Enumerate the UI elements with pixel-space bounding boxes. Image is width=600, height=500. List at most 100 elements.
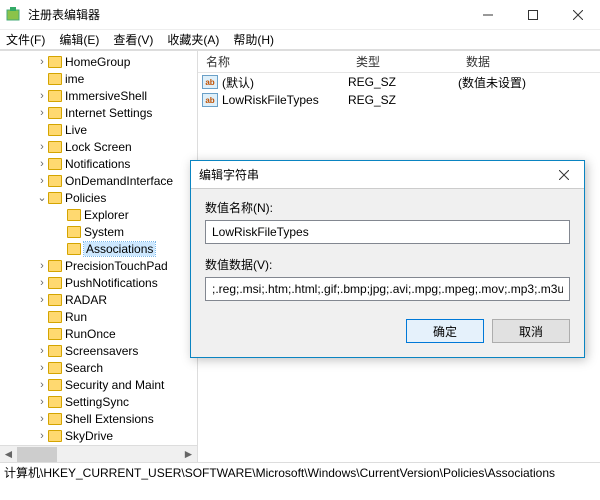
folder-icon <box>48 141 62 153</box>
value-data-input[interactable] <box>205 277 570 301</box>
tree-item[interactable]: Run <box>0 308 197 325</box>
tree-item[interactable]: ⌄ Policies <box>0 189 197 206</box>
tree-item[interactable]: ›Shell Extensions <box>0 410 197 427</box>
folder-icon <box>48 192 62 204</box>
close-button[interactable] <box>555 0 600 29</box>
tree-item[interactable]: ›HomeGroup <box>0 53 197 70</box>
maximize-button[interactable] <box>510 0 555 29</box>
scroll-left-arrow-icon[interactable]: ◄ <box>0 446 17 463</box>
tree-item[interactable]: ›SettingSync <box>0 393 197 410</box>
folder-icon <box>48 345 62 357</box>
scroll-thumb[interactable] <box>17 447 57 462</box>
expand-toggle-icon[interactable]: ⌄ <box>36 191 48 204</box>
tree-item[interactable]: Associations <box>0 240 197 257</box>
tree-item-label: PrecisionTouchPad <box>65 259 168 273</box>
tree-item[interactable]: › Notifications <box>0 155 197 172</box>
folder-icon <box>48 294 62 306</box>
value-type: REG_SZ <box>348 75 458 89</box>
tree-pane: ›HomeGroupime›ImmersiveShell›Internet Se… <box>0 51 198 462</box>
folder-icon <box>48 311 62 323</box>
expand-toggle-icon[interactable]: › <box>36 90 48 102</box>
folder-icon <box>48 362 62 374</box>
tree-item[interactable]: ›Internet Settings <box>0 104 197 121</box>
expand-toggle-icon[interactable]: › <box>36 430 48 442</box>
cancel-button[interactable]: 取消 <box>492 319 570 343</box>
folder-icon <box>48 124 62 136</box>
menu-view[interactable]: 查看(V) <box>113 31 153 48</box>
tree-item-label: RADAR <box>65 293 107 307</box>
tree-item[interactable]: › RADAR <box>0 291 197 308</box>
scroll-right-arrow-icon[interactable]: ► <box>180 446 197 463</box>
column-data[interactable]: 数据 <box>458 53 600 70</box>
tree-item[interactable]: ›Search <box>0 359 197 376</box>
tree-item-label: Notifications <box>65 157 130 171</box>
regedit-icon <box>6 7 22 23</box>
expand-toggle-icon[interactable]: › <box>36 141 48 153</box>
menu-file[interactable]: 文件(F) <box>6 31 45 48</box>
edit-string-dialog: 编辑字符串 数值名称(N): 数值数据(V): 确定 取消 <box>190 160 585 358</box>
tree-horizontal-scrollbar[interactable]: ◄ ► <box>0 445 197 462</box>
expand-toggle-icon[interactable]: › <box>36 294 48 306</box>
expand-toggle-icon[interactable]: › <box>36 56 48 68</box>
value-name: LowRiskFileTypes <box>222 93 348 107</box>
menu-edit[interactable]: 编辑(E) <box>59 31 99 48</box>
scroll-track[interactable] <box>17 446 180 463</box>
tree-item[interactable]: Live <box>0 121 197 138</box>
status-path: 计算机\HKEY_CURRENT_USER\SOFTWARE\Microsoft… <box>4 464 555 481</box>
tree-item[interactable]: Explorer <box>0 206 197 223</box>
tree-item[interactable]: ime <box>0 70 197 87</box>
tree-item[interactable]: ›Security and Maint <box>0 376 197 393</box>
tree-item[interactable]: ›Screensavers <box>0 342 197 359</box>
expand-toggle-icon[interactable]: › <box>36 413 48 425</box>
tree-item-label: Policies <box>65 191 106 205</box>
tree-item-label: PushNotifications <box>65 276 158 290</box>
menubar: 文件(F) 编辑(E) 查看(V) 收藏夹(A) 帮助(H) <box>0 30 600 50</box>
value-name-label: 数值名称(N): <box>205 199 570 216</box>
column-type[interactable]: 类型 <box>348 53 458 70</box>
tree-item[interactable]: › PrecisionTouchPad <box>0 257 197 274</box>
tree-item[interactable]: ›OnDemandInterface <box>0 172 197 189</box>
window-title: 注册表编辑器 <box>28 6 465 23</box>
menu-favorites[interactable]: 收藏夹(A) <box>167 31 219 48</box>
folder-icon <box>48 56 62 68</box>
list-header: 名称 类型 数据 <box>198 51 600 73</box>
value-name-input[interactable] <box>205 220 570 244</box>
expand-toggle-icon[interactable]: › <box>36 396 48 408</box>
tree-item-label: RunOnce <box>65 327 116 341</box>
tree-item[interactable]: ›ImmersiveShell <box>0 87 197 104</box>
tree-item[interactable]: System <box>0 223 197 240</box>
minimize-button[interactable] <box>465 0 510 29</box>
tree-item[interactable]: ›Lock Screen <box>0 138 197 155</box>
tree-item-label: System <box>84 225 124 239</box>
expand-toggle-icon[interactable]: › <box>36 379 48 391</box>
tree-item[interactable]: › PushNotifications <box>0 274 197 291</box>
expand-toggle-icon[interactable]: › <box>36 277 48 289</box>
tree-item-label: Live <box>65 123 87 137</box>
expand-toggle-icon[interactable]: › <box>36 175 48 187</box>
column-name[interactable]: 名称 <box>198 53 348 70</box>
list-row[interactable]: abLowRiskFileTypesREG_SZ <box>198 91 600 109</box>
menu-help[interactable]: 帮助(H) <box>233 31 274 48</box>
folder-icon <box>48 158 62 170</box>
expand-toggle-icon[interactable]: › <box>36 107 48 119</box>
tree-item[interactable]: ›SkyDrive <box>0 427 197 444</box>
dialog-close-button[interactable] <box>544 161 584 188</box>
folder-icon <box>48 379 62 391</box>
expand-toggle-icon[interactable]: › <box>36 362 48 374</box>
expand-toggle-icon[interactable]: › <box>36 260 48 272</box>
string-value-icon: ab <box>202 93 218 107</box>
titlebar: 注册表编辑器 <box>0 0 600 30</box>
expand-toggle-icon[interactable]: › <box>36 345 48 357</box>
folder-icon <box>48 328 62 340</box>
folder-icon <box>67 243 81 255</box>
folder-icon <box>48 396 62 408</box>
dialog-body: 数值名称(N): 数值数据(V): 确定 取消 <box>191 189 584 357</box>
list-row[interactable]: ab(默认)REG_SZ(数值未设置) <box>198 73 600 91</box>
ok-button[interactable]: 确定 <box>406 319 484 343</box>
expand-toggle-icon[interactable]: › <box>36 158 48 170</box>
tree-item[interactable]: RunOnce <box>0 325 197 342</box>
string-value-icon: ab <box>202 75 218 89</box>
value-data-label: 数值数据(V): <box>205 256 570 273</box>
folder-icon <box>67 226 81 238</box>
tree-item-label: Associations <box>84 242 155 256</box>
